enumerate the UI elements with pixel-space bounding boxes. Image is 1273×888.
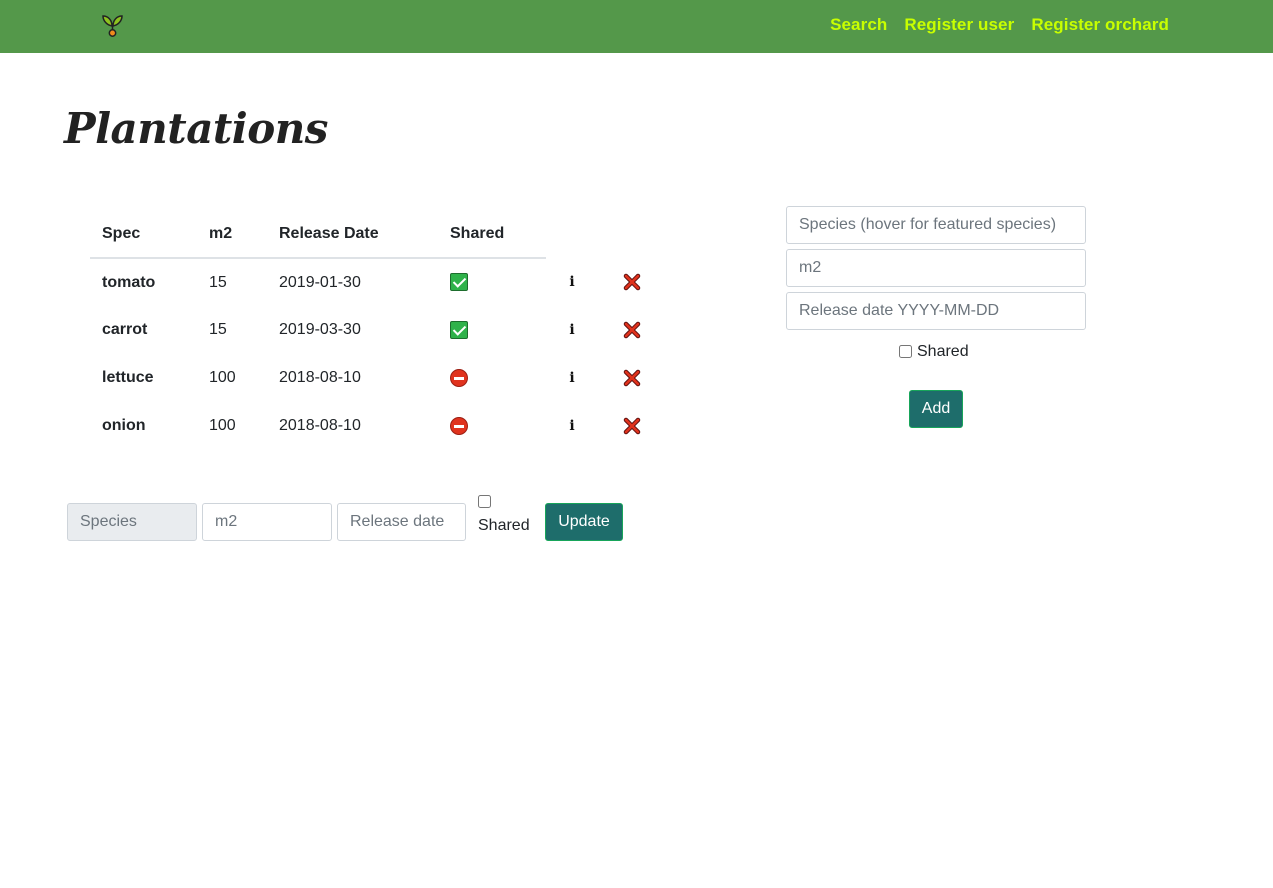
- cell-m2: 15: [209, 321, 227, 338]
- add-release-date-input[interactable]: [786, 292, 1086, 330]
- cell-spec[interactable]: lettuce: [90, 354, 197, 402]
- update-species-input: [67, 503, 197, 541]
- table-row: lettuce 100 2018-08-10 i: [90, 354, 662, 402]
- cell-shared: [438, 306, 546, 354]
- update-m2-input[interactable]: [202, 503, 332, 541]
- cell-m2: 15: [209, 273, 227, 291]
- nav-register-orchard-link[interactable]: Register orchard: [1031, 15, 1169, 35]
- cell-spec[interactable]: onion: [90, 402, 197, 450]
- cell-info: i: [546, 258, 602, 306]
- add-button[interactable]: Add: [909, 390, 963, 428]
- cell-release-date: 2018-08-10: [279, 417, 361, 434]
- nav-links: Search Register user Register orchard: [830, 15, 1169, 35]
- cross-icon[interactable]: [623, 273, 641, 291]
- cross-icon[interactable]: [623, 369, 641, 387]
- header-delete: [602, 210, 662, 258]
- info-icon[interactable]: i: [568, 370, 576, 386]
- cell-m2: 100: [209, 369, 236, 386]
- cell-spec[interactable]: carrot: [90, 306, 197, 354]
- add-shared-checkbox[interactable]: [899, 345, 912, 358]
- info-icon[interactable]: i: [568, 274, 576, 290]
- info-icon[interactable]: i: [568, 322, 576, 338]
- table-row: onion 100 2018-08-10 i: [90, 402, 662, 450]
- add-shared-label: Shared: [917, 343, 969, 360]
- no-entry-icon: [450, 416, 468, 435]
- cell-release-date: 2018-08-10: [279, 369, 361, 386]
- check-box-icon: [450, 273, 468, 292]
- table-header-row: Spec m2 Release Date Shared: [90, 210, 662, 259]
- cell-delete: [602, 402, 662, 450]
- cell-delete: [602, 354, 662, 402]
- header-info: [546, 210, 602, 258]
- check-box-icon: [450, 320, 468, 339]
- cell-info: i: [546, 306, 602, 354]
- header-spec: Spec: [90, 210, 197, 259]
- cell-delete: [602, 306, 662, 354]
- page-title: Plantations: [64, 104, 328, 153]
- cell-shared: [438, 258, 546, 306]
- info-icon[interactable]: i: [568, 418, 576, 434]
- cell-release-date: 2019-01-30: [279, 273, 361, 291]
- update-shared-checkbox[interactable]: [478, 495, 491, 508]
- nav-search-link[interactable]: Search: [830, 15, 887, 35]
- cross-icon[interactable]: [623, 321, 641, 339]
- update-release-date-input[interactable]: [337, 503, 466, 541]
- add-species-input[interactable]: [786, 206, 1086, 244]
- cell-shared: [438, 354, 546, 402]
- cell-shared: [438, 402, 546, 450]
- cell-release-date: 2019-03-30: [279, 321, 361, 338]
- nav-register-user-link[interactable]: Register user: [904, 15, 1014, 35]
- cross-icon[interactable]: [623, 417, 641, 435]
- plantations-table: Spec m2 Release Date Shared tomato 15 2019…: [90, 210, 662, 450]
- cell-m2: 100: [209, 417, 236, 434]
- header-m2: m2: [197, 210, 267, 259]
- cell-info: i: [546, 402, 602, 450]
- cell-info: i: [546, 354, 602, 402]
- cell-spec[interactable]: tomato: [90, 258, 197, 306]
- table-row: tomato 15 2019-01-30 i: [90, 258, 662, 306]
- sprout-icon[interactable]: [100, 12, 126, 38]
- no-entry-icon: [450, 368, 468, 387]
- header-shared: Shared: [438, 210, 546, 259]
- top-navbar: Search Register user Register orchard: [0, 0, 1273, 53]
- header-release-date: Release Date: [267, 210, 438, 259]
- cell-delete: [602, 258, 662, 306]
- update-shared-label: Shared: [478, 517, 530, 534]
- add-m2-input[interactable]: [786, 249, 1086, 287]
- table-row: carrot 15 2019-03-30 i: [90, 306, 662, 354]
- update-button[interactable]: Update: [545, 503, 623, 541]
